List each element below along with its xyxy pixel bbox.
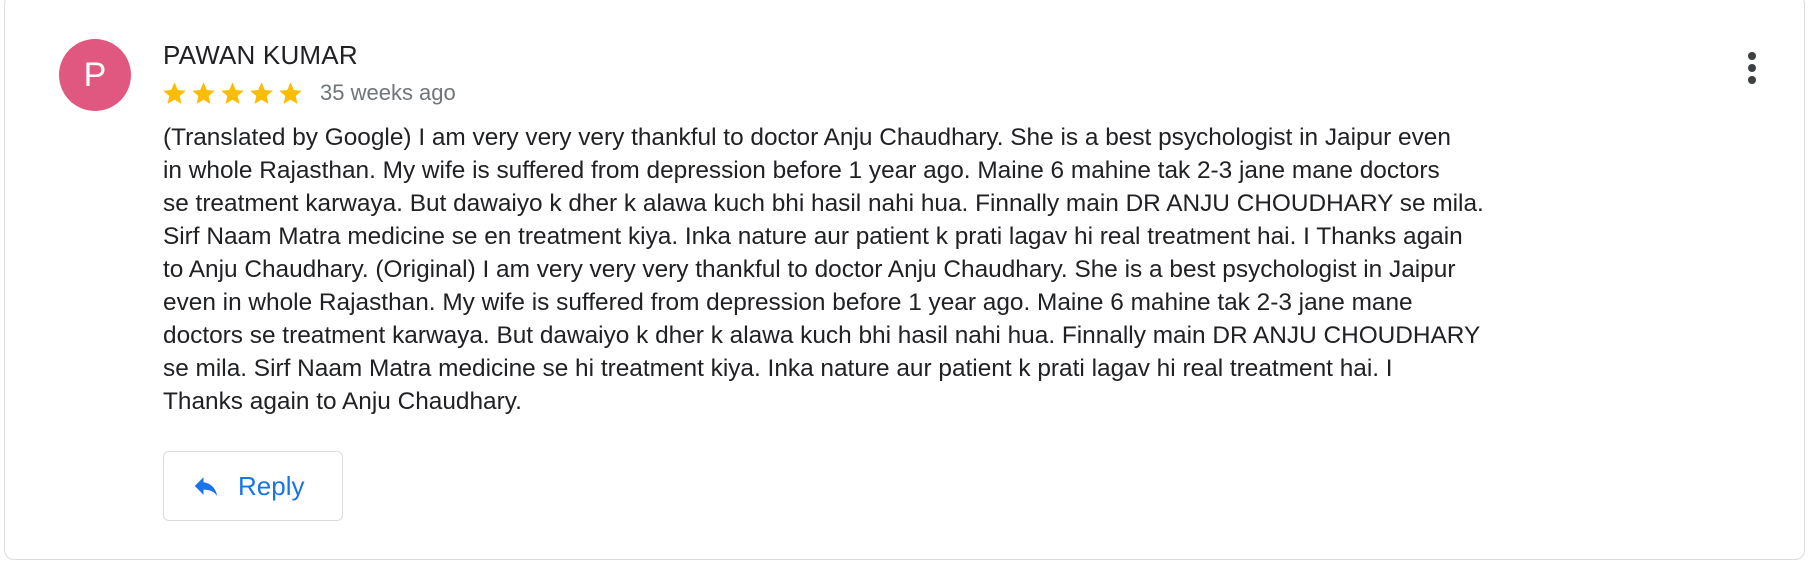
star-rating (161, 80, 304, 107)
rating-row: 35 weeks ago (161, 76, 456, 110)
reply-arrow-icon (194, 477, 218, 496)
avatar[interactable]: P (59, 39, 131, 111)
star-icon (163, 81, 186, 104)
avatar-initial: P (83, 55, 107, 94)
reply-button[interactable]: Reply (163, 451, 343, 521)
review-time: 35 weeks ago (320, 80, 456, 105)
star-icon (250, 81, 273, 104)
star-icon (279, 81, 302, 104)
reply-label: Reply (238, 470, 305, 501)
review-card: P PAWAN KUMAR 35 weeks ago (Translated b… (4, 0, 1805, 560)
review-text: (Translated by Google) I am very very ve… (163, 124, 1484, 415)
more-vertical-icon (1748, 52, 1756, 84)
reviewer-name[interactable]: PAWAN KUMAR (163, 40, 358, 71)
star-icon (192, 81, 215, 104)
star-icon (221, 81, 244, 104)
more-options-button[interactable] (1734, 45, 1770, 91)
